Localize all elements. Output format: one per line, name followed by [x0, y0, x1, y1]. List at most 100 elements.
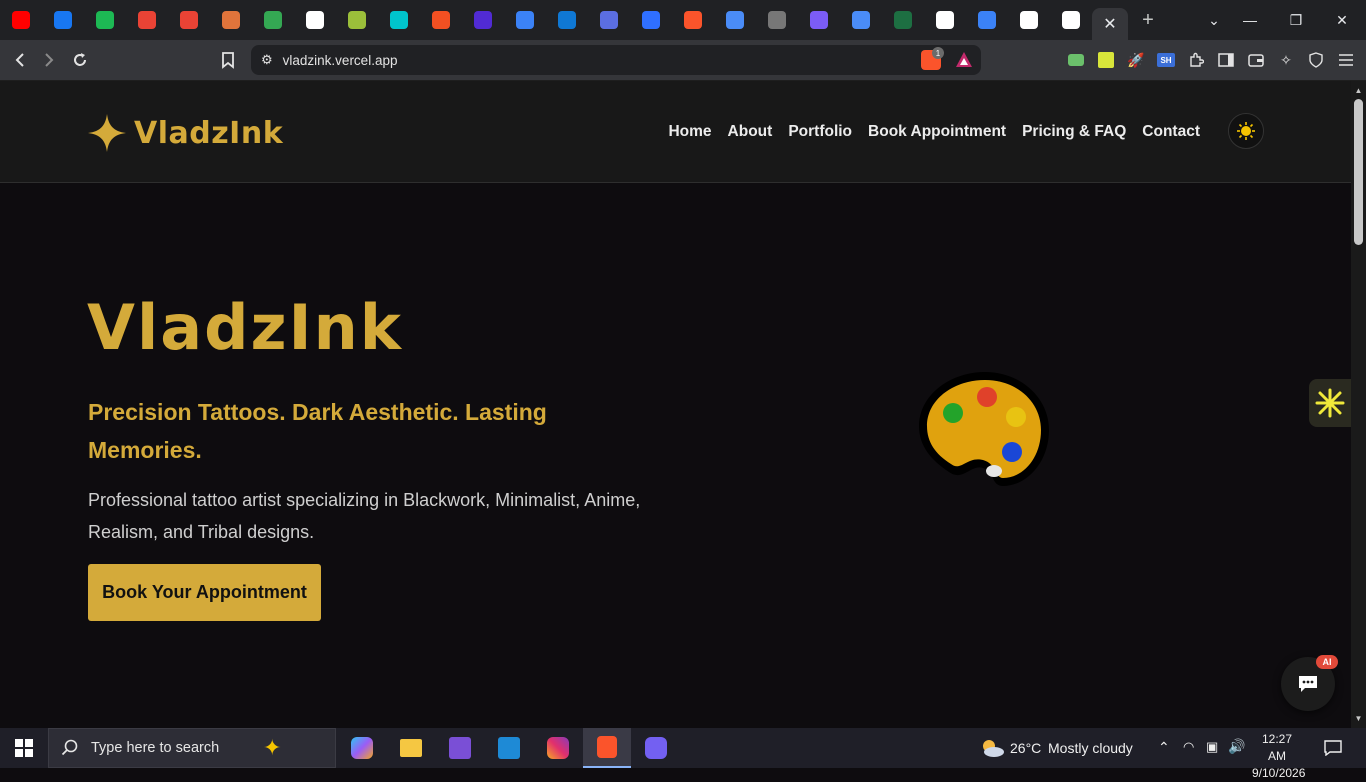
sidebar-icon[interactable]: [1216, 50, 1236, 70]
brave-rewards-icon[interactable]: [954, 50, 974, 75]
browser-tab[interactable]: [420, 0, 462, 40]
browser-tab[interactable]: [168, 0, 210, 40]
threads-icon: [306, 11, 324, 29]
browser-tab[interactable]: [798, 0, 840, 40]
wifi-icon[interactable]: ◠: [1183, 739, 1194, 755]
theme-toggle-button[interactable]: [1228, 113, 1264, 149]
browser-tab[interactable]: [588, 0, 630, 40]
site-logo[interactable]: VladzInk: [87, 113, 283, 153]
extension-icon[interactable]: [1096, 50, 1116, 70]
nav-home[interactable]: Home: [668, 123, 711, 141]
browser-tab[interactable]: [882, 0, 924, 40]
browser-tab[interactable]: [1050, 0, 1092, 40]
browser-tab[interactable]: [546, 0, 588, 40]
browser-tab[interactable]: [462, 0, 504, 40]
nav-contact[interactable]: Contact: [1142, 123, 1200, 141]
hero-title: VladzInk: [87, 291, 403, 364]
weather-description[interactable]: Mostly cloudy: [1048, 740, 1133, 756]
site-info-icon[interactable]: ⚙: [261, 52, 273, 68]
page-scrollbar[interactable]: ▲ ▼: [1351, 81, 1366, 728]
back-button[interactable]: [5, 45, 35, 75]
chat-bubble-icon: [1299, 676, 1317, 692]
weather-cloud-icon[interactable]: [968, 728, 1016, 768]
taskbar-search[interactable]: Type here to search ✦: [48, 728, 336, 768]
bookmark-icon[interactable]: [213, 45, 243, 75]
system-clock[interactable]: 12:27 AM 9/10/2026: [1252, 731, 1305, 782]
copilot-sparkle-icon[interactable]: ✦: [263, 735, 281, 761]
app-icon: [768, 11, 786, 29]
browser-tab[interactable]: [378, 0, 420, 40]
vpn-shield-icon[interactable]: [1306, 50, 1326, 70]
brave-taskbar-icon[interactable]: [583, 728, 631, 768]
main-nav: Home About Portfolio Book Appointment Pr…: [668, 123, 1200, 141]
file-explorer-icon[interactable]: [387, 728, 435, 768]
extension-icon[interactable]: SH: [1156, 50, 1176, 70]
extension-icon[interactable]: [1066, 50, 1086, 70]
forward-button[interactable]: [34, 45, 64, 75]
notifications-icon[interactable]: [1310, 728, 1356, 768]
url-text: vladzink.vercel.app: [282, 52, 398, 68]
browser-tab[interactable]: [84, 0, 126, 40]
browser-tab[interactable]: [210, 0, 252, 40]
hero-description: Professional tattoo artist specializing …: [88, 490, 641, 542]
scroll-down-arrow-icon[interactable]: ▼: [1351, 711, 1366, 725]
browser-tab[interactable]: [504, 0, 546, 40]
excel-icon: [894, 11, 912, 29]
wallet-icon[interactable]: [1246, 50, 1266, 70]
browser-tab[interactable]: [756, 0, 798, 40]
openai-icon: [936, 11, 954, 29]
browser-tab[interactable]: [672, 0, 714, 40]
browser-tab[interactable]: [1008, 0, 1050, 40]
nav-about[interactable]: About: [728, 123, 773, 141]
instagram-icon[interactable]: [534, 728, 582, 768]
minimize-button[interactable]: —: [1229, 0, 1271, 40]
site-header: VladzInk Home About Portfolio Book Appoi…: [0, 81, 1351, 183]
browser-tab[interactable]: [126, 0, 168, 40]
volume-icon[interactable]: 🔊: [1228, 738, 1245, 755]
start-button[interactable]: [0, 728, 48, 768]
nav-pricing-faq[interactable]: Pricing & FAQ: [1022, 123, 1126, 141]
browser-tab[interactable]: [0, 0, 42, 40]
art-palette-icon: [919, 372, 1049, 486]
onedrive-icon: [558, 11, 576, 29]
canva-icon: [390, 11, 408, 29]
browser-tab[interactable]: [714, 0, 756, 40]
browser-tab[interactable]: [252, 0, 294, 40]
browser-tab[interactable]: [294, 0, 336, 40]
clock-time: 12:27 AM: [1261, 732, 1293, 763]
extensions-puzzle-icon[interactable]: [1186, 50, 1206, 70]
infinity-icon: [810, 11, 828, 29]
browser-tab[interactable]: [630, 0, 672, 40]
visual-studio-icon[interactable]: [436, 728, 484, 768]
menu-icon[interactable]: [1336, 50, 1356, 70]
show-hidden-icons-chevron-icon[interactable]: ⌃: [1158, 739, 1170, 756]
nav-portfolio[interactable]: Portfolio: [788, 123, 852, 141]
scroll-up-arrow-icon[interactable]: ▲: [1351, 83, 1366, 97]
weather-temperature[interactable]: 26°C: [1010, 740, 1041, 756]
new-tab-button[interactable]: +: [1128, 9, 1168, 32]
youtube-icon: [12, 11, 30, 29]
browser-tab[interactable]: [42, 0, 84, 40]
maximize-button[interactable]: ❐: [1275, 0, 1317, 40]
scroll-thumb[interactable]: [1354, 99, 1363, 245]
camera-icon[interactable]: ▣: [1206, 739, 1218, 755]
reload-button[interactable]: [65, 45, 95, 75]
book-appointment-button[interactable]: Book Your Appointment: [88, 564, 321, 621]
close-window-button[interactable]: ✕: [1321, 0, 1363, 40]
rocket-icon[interactable]: 🚀: [1126, 50, 1146, 70]
browser-tab[interactable]: [924, 0, 966, 40]
vscode-icon[interactable]: [485, 728, 533, 768]
nav-book-appointment[interactable]: Book Appointment: [868, 123, 1006, 141]
active-tab-close-button[interactable]: ✕: [1092, 8, 1128, 40]
github-icon: [1062, 11, 1080, 29]
accessibility-widget-button[interactable]: [1309, 379, 1351, 427]
browser-tab[interactable]: [840, 0, 882, 40]
search-icon: [61, 739, 78, 756]
viber-icon[interactable]: [632, 728, 680, 768]
hero-subtitle: Precision Tattoos. Dark Aesthetic. Lasti…: [88, 399, 547, 463]
address-bar[interactable]: ⚙ vladzink.vercel.app 1: [251, 45, 981, 75]
browser-tab[interactable]: [336, 0, 378, 40]
leo-ai-icon[interactable]: ✧: [1276, 50, 1296, 70]
browser-tab[interactable]: [966, 0, 1008, 40]
copilot-app-icon[interactable]: [338, 728, 386, 768]
